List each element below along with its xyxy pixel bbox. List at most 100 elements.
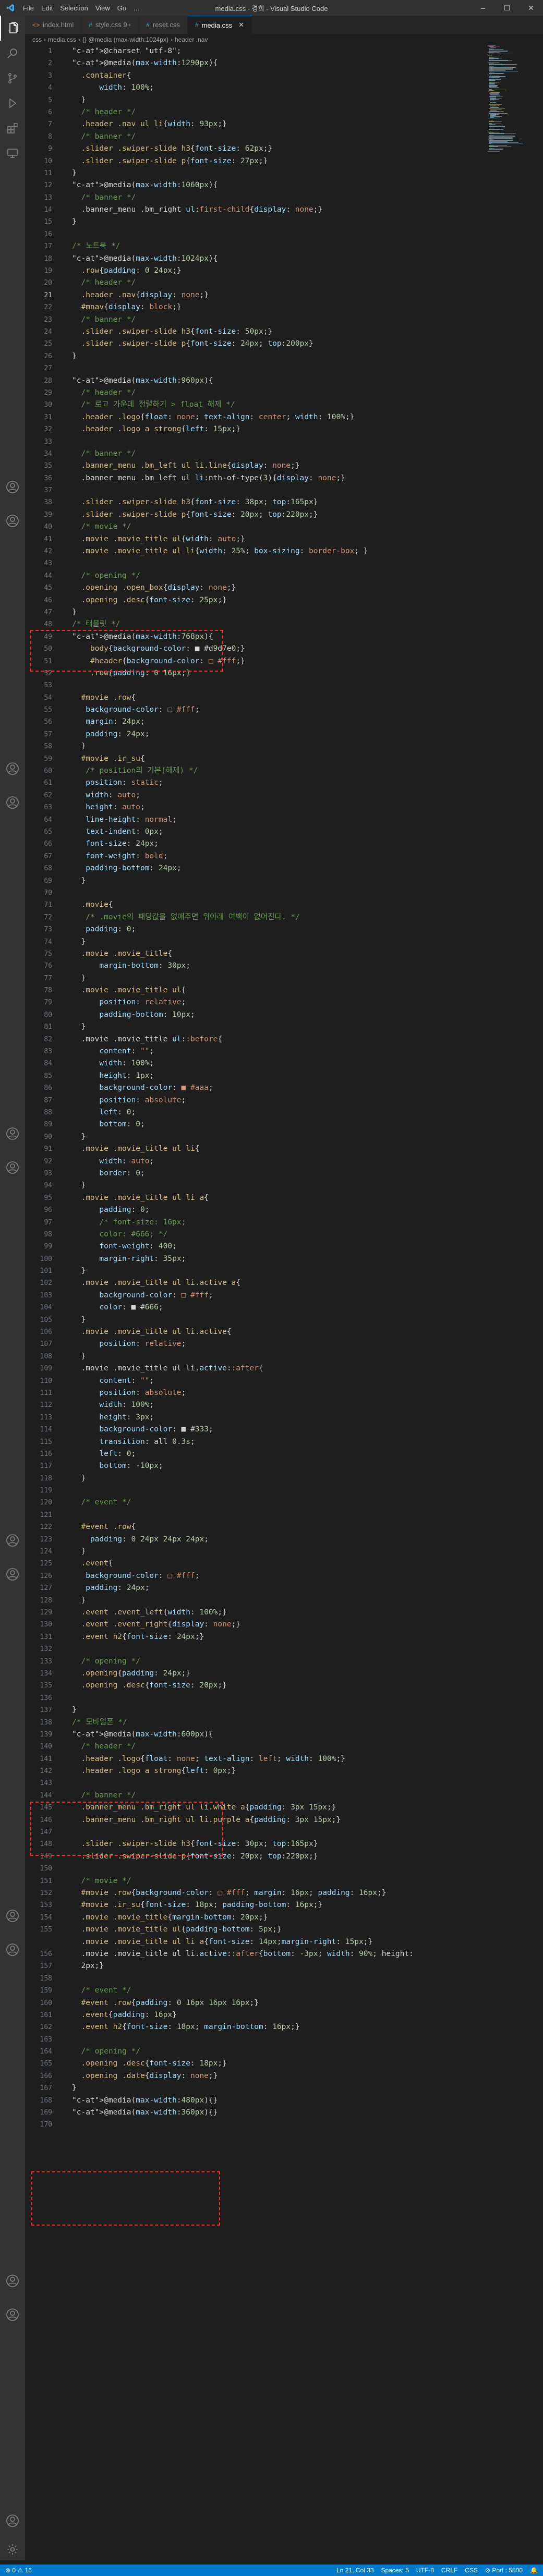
account-icon[interactable] (0, 1528, 25, 1553)
code-line[interactable]: 127 padding: 24px; (25, 1582, 543, 1594)
extensions-icon[interactable] (0, 116, 25, 141)
code-line[interactable]: 83 content: ""; (25, 1046, 543, 1058)
code-line[interactable]: 29 /* header */ (25, 387, 543, 399)
code-line[interactable]: 138 /* 모바일폰 */ (25, 1717, 543, 1729)
code-line[interactable]: 26} (25, 350, 543, 362)
code-line[interactable]: 40 /* movie */ (25, 521, 543, 533)
code-line[interactable]: 89 bottom: 0; (25, 1119, 543, 1131)
code-line[interactable]: 94 } (25, 1180, 543, 1192)
code-line[interactable]: 65 text-indent: 0px; (25, 826, 543, 838)
code-line[interactable]: 104 color: ■ #666; (25, 1302, 543, 1314)
code-line[interactable]: 44 /* opening */ (25, 570, 543, 582)
encoding[interactable]: UTF-8 (416, 2567, 434, 2574)
code-line[interactable]: 80 padding-bottom: 10px; (25, 1009, 543, 1021)
code-line[interactable]: 24 .slider .swiper-slide h3{font-size: 5… (25, 326, 543, 338)
settings-gear-icon[interactable] (0, 1155, 25, 1180)
menu-item[interactable]: File (23, 4, 34, 12)
menu-item[interactable]: View (95, 4, 110, 12)
code-line[interactable]: 82 .movie .movie_title ul::before{ (25, 1034, 543, 1046)
code-line[interactable]: 125 .event{ (25, 1558, 543, 1570)
code-line[interactable]: 10 .slider .swiper-slide p{font-size: 27… (25, 155, 543, 167)
code-line[interactable]: 6 /* header */ (25, 106, 543, 118)
tab-index-html[interactable]: <> index.html (25, 16, 82, 34)
code-line[interactable]: 98 color: #666; */ (25, 1229, 543, 1241)
tab-reset-css[interactable]: # reset.css (139, 16, 188, 34)
indentation[interactable]: Spaces: 5 (381, 2567, 409, 2574)
tab-style-css[interactable]: # style.css 9+ (81, 16, 139, 34)
code-line[interactable]: 68 padding-bottom: 24px; (25, 862, 543, 874)
code-line[interactable]: 168 "c-at">@media(max-width:480px){} (25, 2095, 543, 2107)
code-line[interactable]: 132 (25, 1643, 543, 1655)
code-line[interactable]: 7 .header .nav ul li{width: 93px;} (25, 118, 543, 130)
code-line[interactable]: 151 /* movie */ (25, 1875, 543, 1887)
code-line[interactable]: 12 "c-at">@media(max-width:1060px){ (25, 179, 543, 191)
code-line[interactable]: 16 (25, 228, 543, 240)
settings-gear-icon[interactable] (0, 508, 25, 533)
code-line[interactable]: 79 position: relative; (25, 997, 543, 1008)
code-line[interactable]: 142 .header .logo a strong{left: 0px;} (25, 1765, 543, 1777)
code-line[interactable]: 92 width: auto; (25, 1156, 543, 1168)
code-line[interactable]: 75 .movie .movie_title{ (25, 948, 543, 960)
code-line[interactable]: 103 background-color: □ #fff; (25, 1290, 543, 1302)
code-line[interactable]: 107 position: relative; (25, 1338, 543, 1350)
code-line[interactable]: 47} (25, 606, 543, 618)
code-line[interactable]: 144 /* banner */ (25, 1790, 543, 1802)
code-line[interactable]: 2 "c-at">@media(max-width:1290px){ (25, 57, 543, 69)
code-line[interactable]: 41 .movie .movie_title ul{width: auto;} (25, 533, 543, 545)
language-mode[interactable]: CSS (465, 2567, 478, 2574)
code-line[interactable]: 117 bottom: -10px; (25, 1460, 543, 1472)
code-line[interactable]: 55 background-color: □ #fff; (25, 704, 543, 716)
code-line[interactable]: 39 .slider .swiper-slide p{font-size: 20… (25, 509, 543, 521)
code-line[interactable]: 72 /* .movie의 패딩값을 없애주면 위아래 여백이 없어진다. */ (25, 912, 543, 924)
code-line[interactable]: 135 .opening .desc{font-size: 20px;} (25, 1680, 543, 1692)
code-line[interactable]: 64 line-height: normal; (25, 814, 543, 826)
code-line[interactable]: 19 .row{padding: 0 24px;} (25, 265, 543, 277)
code-line[interactable]: 121 (25, 1509, 543, 1521)
account-icon[interactable] (0, 756, 25, 781)
code-line[interactable]: 59 #movie .ir_su{ (25, 753, 543, 765)
code-line[interactable]: 31 .header .logo{float: none; text-align… (25, 411, 543, 423)
code-line[interactable]: 88 left: 0; (25, 1107, 543, 1119)
search-icon[interactable] (0, 41, 25, 66)
code-line[interactable]: 161 .event{padding: 16px} (25, 2009, 543, 2021)
settings-gear-icon[interactable] (0, 1562, 25, 1587)
code-line[interactable]: 126 background-color: □ #fff; (25, 1570, 543, 1582)
breadcrumb-item[interactable]: css (32, 36, 42, 43)
code-line[interactable]: 37 (25, 484, 543, 496)
code-line[interactable]: 157 2px;} (25, 1960, 543, 1972)
code-line[interactable]: 115 transition: all 0.3s; (25, 1436, 543, 1448)
code-line[interactable]: 3 .container{ (25, 70, 543, 82)
code-line[interactable]: 8 /* banner */ (25, 131, 543, 143)
code-line[interactable]: 78 .movie .movie_title ul{ (25, 985, 543, 997)
code-line[interactable]: 156 .movie .movie_title ul li.active::af… (25, 1948, 543, 1960)
code-line[interactable]: 14 .banner_menu .bm_right ul:first-child… (25, 204, 543, 216)
code-line[interactable]: 25 .slider .swiper-slide p{font-size: 24… (25, 338, 543, 350)
code-line[interactable]: 112 width: 100%; (25, 1399, 543, 1411)
code-line[interactable]: 119 (25, 1485, 543, 1497)
code-line[interactable]: 136 (25, 1692, 543, 1704)
account-icon[interactable] (0, 2268, 25, 2293)
code-line[interactable]: 160 #event .row{padding: 0 16px 16px 16p… (25, 1997, 543, 2009)
breadcrumb-item[interactable]: header .nav (175, 36, 208, 43)
minimap[interactable] (485, 45, 543, 155)
settings-gear-icon[interactable] (0, 790, 25, 815)
code-line[interactable]: 137} (25, 1704, 543, 1716)
code-line[interactable]: 130 .event .event_right{display: none;} (25, 1619, 543, 1631)
account-icon[interactable] (0, 1121, 25, 1146)
code-line[interactable]: 73 padding: 0; (25, 924, 543, 935)
code-line[interactable]: 139 "c-at">@media(max-width:600px){ (25, 1729, 543, 1741)
code-line[interactable]: 34 /* banner */ (25, 448, 543, 460)
code-line[interactable]: 124 } (25, 1546, 543, 1558)
code-line[interactable]: .movie .movie_title ul li a{font-size: 1… (25, 1936, 543, 1948)
code-line[interactable]: 163 (25, 2034, 543, 2046)
code-line[interactable]: 99 font-weight: 400; (25, 1241, 543, 1253)
code-line[interactable]: 113 height: 3px; (25, 1412, 543, 1424)
settings-gear-icon[interactable] (0, 1937, 25, 1962)
code-line[interactable]: 152 #movie .row{background-color: □ #fff… (25, 1887, 543, 1899)
code-line[interactable]: 87 position: absolute; (25, 1095, 543, 1107)
code-line[interactable]: 96 padding: 0; (25, 1204, 543, 1216)
code-line[interactable]: 43 (25, 557, 543, 569)
code-line[interactable]: 97 /* font-size: 16px; (25, 1217, 543, 1229)
code-line[interactable]: 162 .event h2{font-size: 18px; margin-bo… (25, 2021, 543, 2033)
menu-item[interactable]: Go (117, 4, 126, 12)
